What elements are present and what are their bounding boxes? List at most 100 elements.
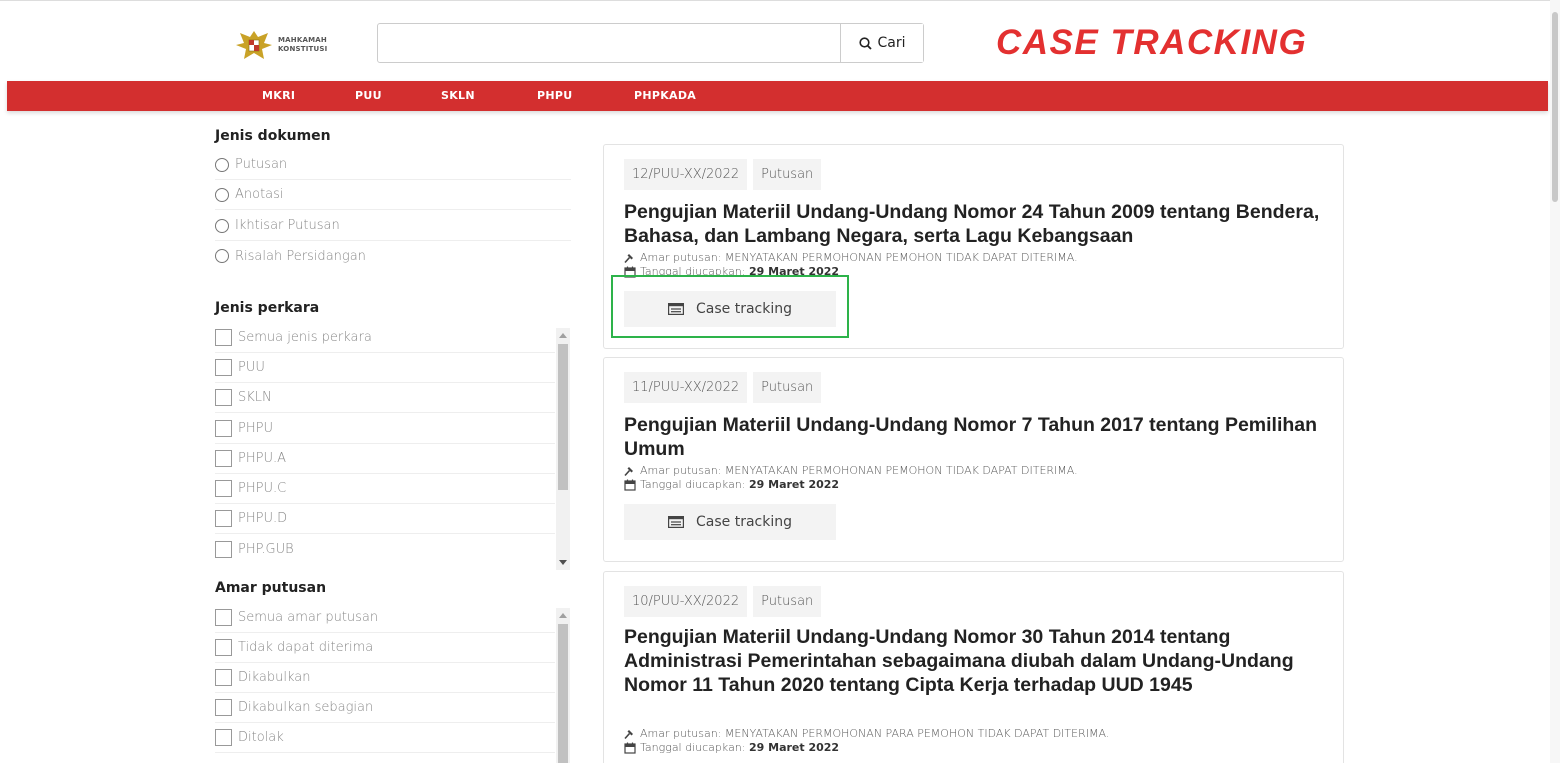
result-card: 10/PUU-XX/2022 Putusan Pengujian Materii… <box>603 571 1344 763</box>
checkbox-tidak-dapat-diterima[interactable]: Tidak dapat diterima <box>215 633 555 663</box>
checkbox-ditolak[interactable]: Ditolak <box>215 723 555 753</box>
document-type-badge: Putusan <box>753 586 822 617</box>
case-number-badge: 12/PUU-XX/2022 <box>624 159 748 190</box>
result-card: 11/PUU-XX/2022 Putusan Pengujian Materii… <box>603 357 1344 562</box>
search-input[interactable] <box>378 24 840 62</box>
checkbox-icon[interactable] <box>215 420 232 437</box>
checkbox-icon[interactable] <box>215 450 232 467</box>
option-label: Risalah Persidangan <box>235 248 366 264</box>
case-tracking-button[interactable]: Case tracking <box>624 504 836 540</box>
gavel-icon <box>624 253 633 263</box>
amar-putusan-title: Amar putusan <box>215 580 327 596</box>
amar-label: Amar putusan: <box>640 464 722 477</box>
checkbox-phpu-d[interactable]: PHPU.D <box>215 504 555 534</box>
radio-icon[interactable] <box>215 249 229 263</box>
logo-line-1: MAHKAMAH <box>278 36 327 44</box>
option-label: Tidak dapat diterima <box>238 640 374 655</box>
card-tags: 10/PUU-XX/2022 Putusan <box>624 586 827 617</box>
checkbox-icon[interactable] <box>215 639 232 656</box>
checkbox-dikabulkan-sebagian[interactable]: Dikabulkan sebagian <box>215 693 555 723</box>
gavel-icon <box>624 729 633 739</box>
search-bar: Cari <box>377 23 924 63</box>
checkbox-icon[interactable] <box>215 329 232 346</box>
document-type-badge: Putusan <box>753 372 822 403</box>
option-label: Semua jenis perkara <box>238 330 372 345</box>
nav-item-mkri[interactable]: MKRI <box>262 89 295 102</box>
radio-icon[interactable] <box>215 218 229 233</box>
checkbox-icon[interactable] <box>215 669 232 686</box>
radio-option-risalah[interactable]: Risalah Persidangan <box>215 241 571 271</box>
nav-item-skln[interactable]: SKLN <box>441 89 475 102</box>
checkbox-icon[interactable] <box>215 510 232 527</box>
checkbox-icon[interactable] <box>215 480 232 497</box>
tanggal-row: Tanggal diucapkan: 29 Maret 2022 <box>624 478 1078 492</box>
radio-option-ikhtisar[interactable]: Ikhtisar Putusan <box>215 211 571 241</box>
jenis-perkara-scrollbar[interactable] <box>556 328 570 570</box>
checkbox-dikabulkan[interactable]: Dikabulkan <box>215 663 555 693</box>
card-tags: 12/PUU-XX/2022 Putusan <box>624 159 827 190</box>
checkbox-puu[interactable]: PUU <box>215 353 555 383</box>
search-button[interactable]: Cari <box>840 24 923 62</box>
amar-putusan-row: Amar putusan: MENYATAKAN PERMOHONAN PEMO… <box>624 464 1078 478</box>
tanggal-label: Tanggal diucapkan: <box>640 741 746 754</box>
checkbox-phpu-c[interactable]: PHPU.C <box>215 474 555 504</box>
checkbox-icon[interactable] <box>215 609 232 626</box>
radio-icon[interactable] <box>215 187 229 202</box>
checkbox-phpu[interactable]: PHPU <box>215 414 555 444</box>
option-label: PHP.GUB <box>238 541 294 557</box>
checkbox-skln[interactable]: SKLN <box>215 383 555 413</box>
checkbox-icon[interactable] <box>215 389 232 406</box>
scroll-down-arrow-icon[interactable] <box>559 560 567 565</box>
checkbox-icon[interactable] <box>215 729 232 746</box>
tanggal-row: Tanggal diucapkan: 29 Maret 2022 <box>624 741 1109 755</box>
option-label: PHPU.A <box>238 451 286 466</box>
search-icon <box>858 36 872 50</box>
checkbox-icon[interactable] <box>215 699 232 716</box>
amar-putusan-scrollbar[interactable] <box>556 608 570 763</box>
scroll-thumb[interactable] <box>558 344 568 490</box>
amar-label: Amar putusan: <box>640 727 722 740</box>
checkbox-icon[interactable] <box>215 540 232 558</box>
radio-option-putusan[interactable]: Putusan <box>215 150 571 180</box>
checkbox-semua-jenis-perkara[interactable]: Semua jenis perkara <box>215 323 555 353</box>
case-number-badge: 10/PUU-XX/2022 <box>624 586 748 617</box>
case-number-badge: 11/PUU-XX/2022 <box>624 372 748 403</box>
option-label: PUU <box>238 360 265 375</box>
page-scrollbar[interactable] <box>1550 0 1560 763</box>
main-nav: MKRI PUU SKLN PHPU PHPKADA <box>7 81 1548 111</box>
scroll-up-arrow-icon[interactable] <box>559 333 567 338</box>
checkbox-semua-amar-putusan[interactable]: Semua amar putusan <box>215 603 555 633</box>
option-label: Semua amar putusan <box>238 610 379 625</box>
checkbox-php-gub[interactable]: PHP.GUB <box>215 534 555 564</box>
page-scroll-thumb[interactable] <box>1552 12 1558 202</box>
case-title-link[interactable]: Pengujian Materiil Undang-Undang Nomor 3… <box>624 625 1324 697</box>
option-label: Dikabulkan <box>238 670 311 685</box>
scroll-up-arrow-icon[interactable] <box>559 613 567 618</box>
radio-option-anotasi[interactable]: Anotasi <box>215 180 571 210</box>
tanggal-value: 29 Maret 2022 <box>748 741 840 754</box>
scroll-thumb[interactable] <box>558 624 568 763</box>
list-icon <box>668 516 684 528</box>
option-label: PHPU <box>238 421 273 436</box>
checkbox-phpu-a[interactable]: PHPU.A <box>215 444 555 474</box>
nav-item-puu[interactable]: PUU <box>355 89 382 102</box>
calendar-icon <box>624 742 636 754</box>
nav-item-phpkada[interactable]: PHPKADA <box>634 89 696 102</box>
case-title-link[interactable]: Pengujian Materiil Undang-Undang Nomor 7… <box>624 413 1324 461</box>
option-label: Anotasi <box>235 187 284 202</box>
jenis-dokumen-title: Jenis dokumen <box>215 128 331 144</box>
amar-label: Amar putusan: <box>640 251 722 264</box>
option-label: PHPU.C <box>238 481 287 496</box>
tanggal-value: 29 Maret 2022 <box>748 478 840 491</box>
site-logo[interactable]: MAHKAMAH KONSTITUSI <box>234 23 384 67</box>
radio-icon[interactable] <box>215 157 229 172</box>
logo-text: MAHKAMAH KONSTITUSI <box>278 36 327 54</box>
case-tracking-label: Case tracking <box>696 514 792 530</box>
amar-value: MENYATAKAN PERMOHONAN PARA PEMOHON TIDAK… <box>724 727 1110 740</box>
option-label: Dikabulkan sebagian <box>238 700 374 715</box>
checkbox-icon[interactable] <box>215 359 232 376</box>
case-title-link[interactable]: Pengujian Materiil Undang-Undang Nomor 2… <box>624 200 1324 248</box>
tanggal-label: Tanggal diucapkan: <box>640 478 746 491</box>
option-label: SKLN <box>238 390 272 405</box>
nav-item-phpu[interactable]: PHPU <box>537 89 572 102</box>
